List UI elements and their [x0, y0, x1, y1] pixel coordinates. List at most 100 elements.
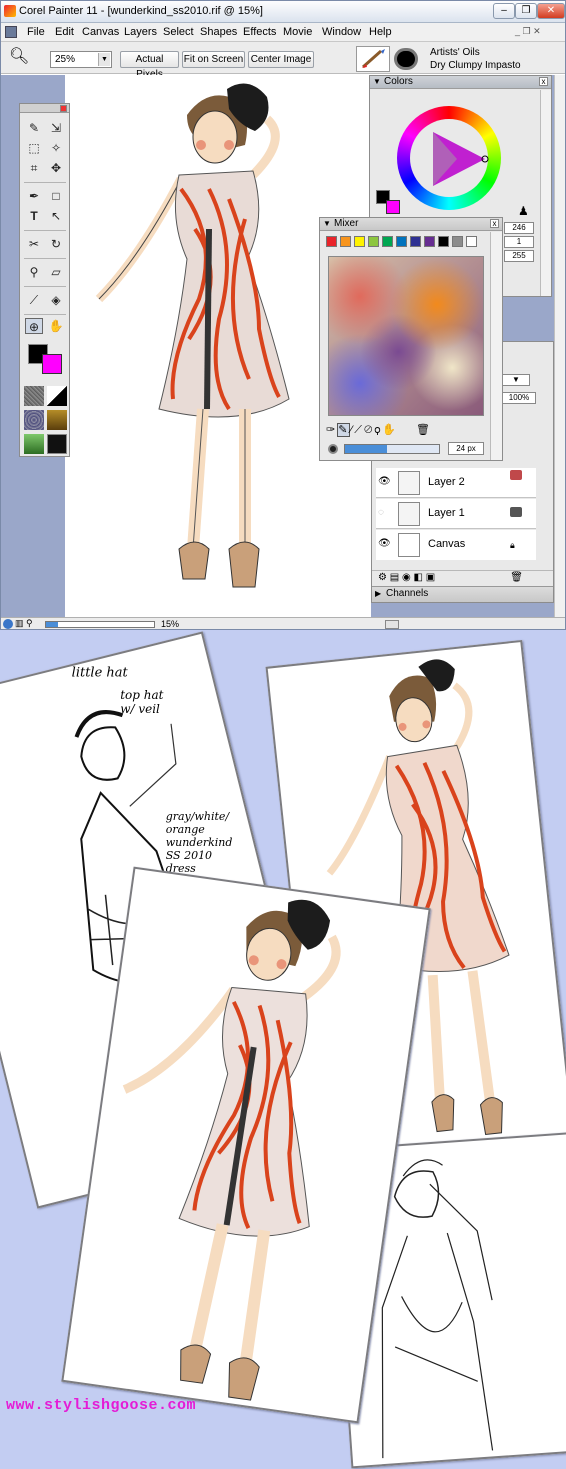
mixer-pad[interactable] — [328, 256, 484, 416]
menu-canvas[interactable]: Canvas — [82, 26, 119, 38]
transform-icon[interactable]: ✥ — [47, 160, 65, 176]
eye-icon[interactable]: 👁︎ — [378, 538, 391, 549]
nozzle-selector-icon[interactable] — [24, 434, 44, 454]
green-value[interactable]: 1 — [504, 236, 534, 248]
brush-variant-label[interactable]: Dry Clumpy Impasto — [430, 60, 521, 71]
mixer-swatch[interactable] — [466, 236, 477, 247]
eye-closed-icon[interactable]: ◌ — [378, 507, 384, 518]
layer-commands-icons[interactable]: ⚙ ▤ ◉ ◧ ▣ — [378, 572, 435, 583]
eyedropper-icon[interactable]: ⟋ — [25, 292, 43, 308]
colors-panel-header[interactable]: ▼ Colors x — [370, 76, 551, 89]
apply-color-icon[interactable]: ✎ — [337, 423, 351, 437]
fit-on-screen-button[interactable]: Fit on Screen — [182, 51, 245, 68]
rectangle-tool-icon[interactable]: □ — [47, 188, 65, 204]
menu-shapes[interactable]: Shapes — [200, 26, 237, 38]
clear-mixer-icon[interactable]: 🗑︎ — [416, 424, 432, 436]
globe-icon[interactable] — [3, 619, 13, 629]
mixer-swatch[interactable] — [354, 236, 365, 247]
horizontal-scroll-thumb[interactable] — [385, 620, 399, 629]
red-value[interactable]: 246 — [504, 222, 534, 234]
mixer-swatch[interactable] — [424, 236, 435, 247]
document-icon[interactable] — [5, 26, 17, 38]
gradient-selector-icon[interactable] — [47, 386, 67, 406]
menu-movie[interactable]: Movie — [283, 26, 312, 38]
blue-value[interactable]: 255 — [504, 250, 534, 262]
mixer-swatch[interactable] — [452, 236, 463, 247]
mixer-panel-header[interactable]: ▼ Mixer x — [320, 218, 502, 231]
mixer-swatch[interactable] — [438, 236, 449, 247]
doc-window-controls[interactable]: _ ❐ ✕ — [515, 26, 541, 37]
close-button[interactable]: ✕ — [537, 3, 565, 19]
mixer-swatch[interactable] — [410, 236, 421, 247]
saturation-triangle[interactable] — [397, 106, 501, 210]
brush-size-field[interactable]: 24 px — [448, 442, 484, 455]
additional-color-chip[interactable] — [386, 200, 400, 214]
menu-help[interactable]: Help — [369, 26, 392, 38]
brush-variant-dab-icon[interactable] — [394, 48, 418, 70]
mixer-swatch[interactable] — [382, 236, 393, 247]
mixer-swatch[interactable] — [326, 236, 337, 247]
menu-file[interactable]: File — [27, 26, 45, 38]
dirty-brush-icon[interactable]: ✑ — [326, 424, 337, 436]
colors-close-icon[interactable]: x — [539, 77, 548, 86]
eye-icon[interactable]: 👁︎ — [378, 476, 391, 487]
brush-tool-icon[interactable]: ✎ — [25, 120, 43, 136]
look-selector-icon[interactable] — [47, 434, 67, 454]
brush-category-label[interactable]: Artists' Oils — [430, 47, 480, 58]
brush-size-slider[interactable] — [344, 444, 440, 454]
mixer-swatch[interactable] — [368, 236, 379, 247]
layer-row[interactable]: 👁︎ Layer 2 — [376, 468, 536, 498]
trash-icon[interactable]: 🗑︎ — [510, 571, 523, 585]
dropper-arrow-icon[interactable]: ⇲ — [47, 120, 65, 136]
mixer-scrollbar[interactable] — [490, 232, 502, 460]
actual-pixels-button[interactable]: Actual Pixels — [120, 51, 179, 80]
crop-icon[interactable]: ⌗ — [25, 160, 43, 176]
pan-mixer-icon[interactable]: ✋ — [382, 424, 398, 436]
brush-category-selector[interactable] — [356, 46, 390, 72]
menu-layers[interactable]: Layers — [124, 26, 157, 38]
vertical-scrollbar[interactable] — [554, 75, 565, 617]
restore-button[interactable]: ❐ — [515, 3, 537, 19]
mixer-close-icon[interactable]: x — [490, 219, 499, 228]
toolbox-close-icon[interactable] — [60, 105, 67, 112]
menu-effects[interactable]: Effects — [243, 26, 276, 38]
minimize-button[interactable]: – — [493, 3, 515, 19]
pattern-selector-icon[interactable] — [24, 410, 44, 430]
zoom-select[interactable]: 25% ▼ — [50, 51, 112, 68]
layer-row[interactable]: ◌ Layer 1 — [376, 499, 536, 529]
collapse-icon[interactable]: ▼ — [373, 76, 381, 88]
scissors-icon[interactable]: ✂ — [25, 236, 43, 252]
website-url[interactable]: www.stylishgoose.com — [6, 1397, 196, 1414]
grabber-hand-icon[interactable]: ✋ — [47, 318, 65, 334]
menu-window[interactable]: Window — [322, 26, 361, 38]
additional-color-swatch[interactable] — [42, 354, 62, 374]
menu-select[interactable]: Select — [163, 26, 194, 38]
layer-row[interactable]: 👁︎ Canvas 🔒︎ — [376, 530, 536, 560]
cloner-icon[interactable]: ⚲ — [25, 264, 43, 280]
paper-selector-icon[interactable] — [24, 386, 44, 406]
channels-header[interactable]: ▶ Channels — [372, 586, 553, 602]
clone-color-icon[interactable]: ♟ — [518, 204, 529, 218]
center-image-button[interactable]: Center Image — [248, 51, 314, 68]
colors-scrollbar[interactable] — [540, 90, 551, 296]
mixer-swatch[interactable] — [396, 236, 407, 247]
menu-edit[interactable]: Edit — [55, 26, 74, 38]
zoom-slider[interactable] — [45, 621, 155, 628]
sample-color-icon[interactable]: ⟋ — [354, 424, 364, 436]
composite-select[interactable]: ▼ — [502, 374, 530, 386]
opacity-field[interactable]: 100% — [502, 392, 536, 404]
pen-tool-icon[interactable]: ✒ — [25, 188, 43, 204]
sample-multiple-icon[interactable]: ⊘ — [364, 424, 374, 436]
rect-select-icon[interactable]: ⬚ — [25, 140, 43, 156]
weaving-selector-icon[interactable] — [47, 410, 67, 430]
rotate-page-icon[interactable]: ↻ — [47, 236, 65, 252]
magnifier-tool-icon[interactable]: ⊕ — [25, 318, 43, 334]
eraser-icon[interactable]: ▱ — [47, 264, 65, 280]
paint-bucket-icon[interactable]: ◈ — [47, 292, 65, 308]
status-tools-icon[interactable]: ▥ ⚲ — [15, 618, 33, 629]
hue-ring[interactable] — [397, 106, 501, 210]
magnifier-icon[interactable]: 🔍︎ — [9, 48, 29, 66]
magic-wand-icon[interactable]: ✧ — [47, 140, 65, 156]
text-tool-icon[interactable]: T — [25, 208, 43, 224]
selection-adjuster-icon[interactable]: ↖ — [47, 208, 65, 224]
